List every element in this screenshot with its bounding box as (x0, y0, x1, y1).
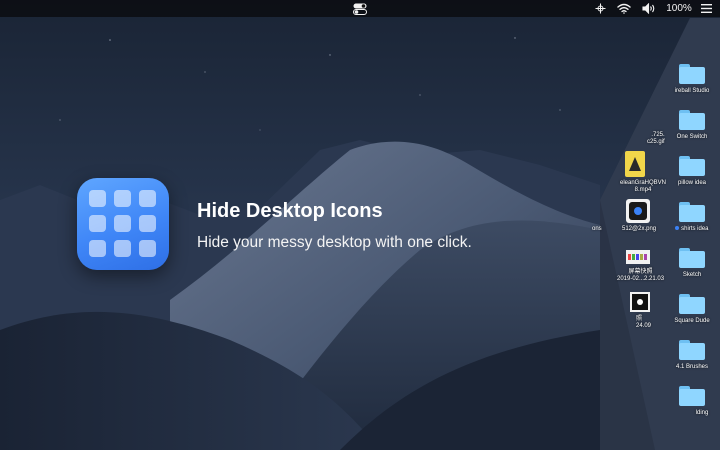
promo-subtitle: Hide your messy desktop with one click. (197, 234, 472, 251)
folder-icon (679, 386, 705, 406)
battery-percentage[interactable]: 100% (666, 0, 692, 17)
folder-icon (679, 156, 705, 176)
photo-file-icon[interactable] (630, 292, 650, 312)
volume-icon[interactable] (641, 0, 657, 17)
screenshot-file-icon[interactable] (626, 250, 650, 264)
file-label-png: 512@2x.png (622, 226, 657, 232)
desktop-folder-sketch[interactable]: Sketch (662, 248, 720, 279)
left-fragment-label: ons (592, 226, 602, 232)
folder-icon (679, 202, 705, 222)
file-label-photo: 照 24.09 (636, 316, 652, 329)
desktop-folder-shirts-idea[interactable]: shirts idea (662, 202, 720, 233)
png-file-icon[interactable] (626, 199, 650, 223)
wifi-icon[interactable] (616, 0, 632, 17)
menu-bar: 100% (0, 0, 720, 17)
folder-icon (679, 294, 705, 314)
app-icon-hide-desktop (77, 178, 169, 270)
menu-icon[interactable] (698, 0, 714, 17)
folder-icon (679, 340, 705, 360)
network-icon[interactable] (593, 0, 607, 17)
desktop-folder-fireball-studio[interactable]: ireball Studio (662, 64, 720, 95)
folder-icon (679, 64, 705, 84)
folder-icon (679, 248, 705, 268)
promo-title: Hide Desktop Icons (197, 200, 383, 222)
desktop-folder-brushes[interactable]: 4.1 Brushes (662, 340, 720, 371)
desktop: .725. c25.gif eleanGraHQBVN 8.mp4 ons 51… (0, 0, 720, 450)
file-label-screenshot: 屏幕快照 2019-02...2.21.03 (617, 269, 665, 282)
desktop-folder-pillow-idea[interactable]: pillow idea (662, 156, 720, 187)
video-file-icon[interactable] (625, 151, 645, 177)
file-label-mp4: eleanGraHQBVN 8.mp4 (620, 180, 667, 193)
toggle-switch-icon[interactable] (350, 0, 370, 17)
desktop-folder-square-dude[interactable]: Square Dude (662, 294, 720, 325)
color-tag-dot (675, 226, 680, 231)
desktop-folder-building[interactable]: lding (662, 386, 720, 417)
desktop-folder-one-switch[interactable]: One Switch (662, 110, 720, 141)
folder-icon (679, 110, 705, 130)
